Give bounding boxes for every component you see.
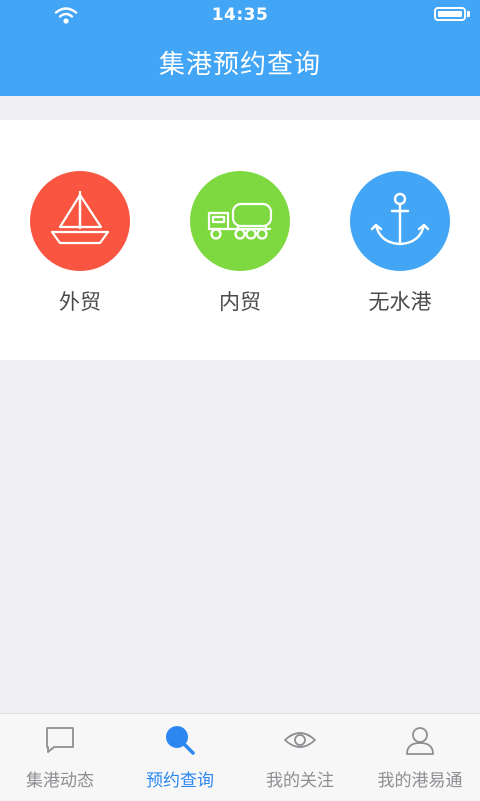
truck-icon <box>190 171 290 271</box>
status-bar: 14:35 <box>0 0 480 32</box>
tab-label: 我的港易通 <box>377 771 463 791</box>
menu-item-dry-port[interactable]: 无水港 <box>320 120 480 360</box>
battery-icon <box>434 7 466 21</box>
status-time: 14:35 <box>211 5 269 25</box>
tab-reservation-query[interactable]: 预约查询 <box>120 714 240 801</box>
page-title: 集港预约查询 <box>158 50 321 80</box>
menu-label: 外贸 <box>59 290 101 314</box>
menu-item-foreign-trade[interactable]: 外贸 <box>0 120 160 360</box>
tab-label: 预约查询 <box>146 771 214 791</box>
battery-tip <box>467 11 470 17</box>
menu-item-domestic-trade[interactable]: 内贸 <box>160 120 320 360</box>
tab-my-account[interactable]: 我的港易通 <box>360 714 480 801</box>
user-icon <box>406 727 434 755</box>
tab-port-news[interactable]: 集港动态 <box>0 714 120 801</box>
menu-label: 内贸 <box>219 290 261 314</box>
eye-icon <box>284 732 316 748</box>
tab-my-following[interactable]: 我的关注 <box>240 714 360 801</box>
tab-label: 集港动态 <box>26 771 94 791</box>
menu-label: 无水港 <box>368 290 432 314</box>
anchor-icon <box>350 171 450 271</box>
bottom-tab-bar: 集港动态 预约查询 我的关注 我的港易通 <box>0 713 480 800</box>
tab-label: 我的关注 <box>266 771 334 791</box>
port-type-menu: 外贸 内贸 无水港 <box>0 120 480 360</box>
search-icon <box>166 726 195 755</box>
sailboat-icon <box>30 171 130 271</box>
app-header: 14:35 集港预约查询 <box>0 0 480 96</box>
chat-bubble-icon <box>46 727 74 753</box>
